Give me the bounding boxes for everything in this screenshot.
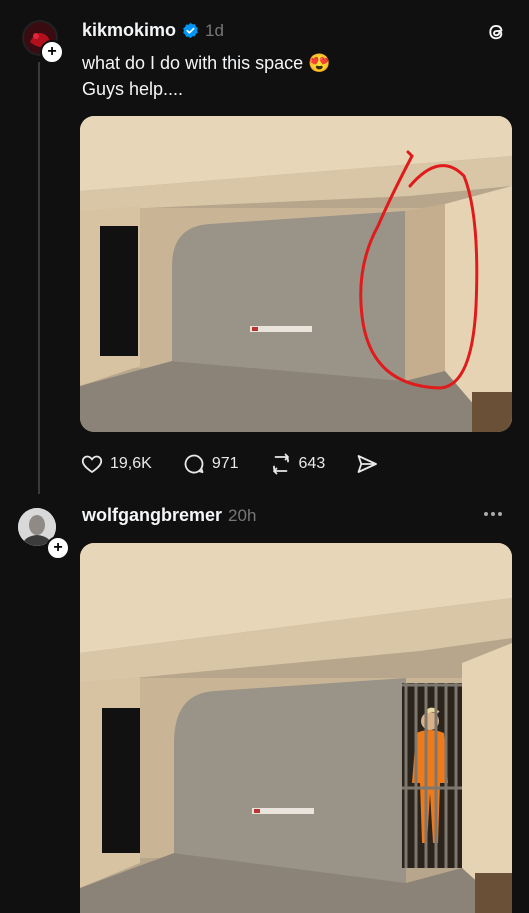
- post-text: what do I do with this space 😍 Guys help…: [82, 50, 502, 102]
- post-text-line: what do I do with this space 😍: [82, 53, 331, 73]
- follow-plus-button[interactable]: +: [46, 536, 70, 560]
- thread-line: [38, 62, 40, 494]
- reply-button[interactable]: 971: [182, 452, 239, 476]
- post-actions: 19,6K 971 643: [80, 452, 379, 476]
- verified-badge-icon: [182, 22, 199, 39]
- repost-count: 643: [298, 455, 326, 472]
- post-time: 1d: [205, 20, 224, 40]
- threads-logo-icon[interactable]: [484, 20, 508, 49]
- send-icon: [357, 455, 378, 473]
- like-count: 19,6K: [110, 455, 152, 472]
- username[interactable]: wolfgangbremer: [82, 505, 222, 526]
- post-header: kikmokimo 1d: [82, 20, 224, 41]
- post-image[interactable]: [80, 543, 512, 913]
- share-button[interactable]: [355, 452, 379, 476]
- heart-eyes-emoji: 😍: [308, 53, 331, 73]
- comment-icon: [184, 454, 204, 474]
- username[interactable]: kikmokimo: [82, 20, 176, 41]
- more-icon[interactable]: [484, 512, 502, 516]
- post-image[interactable]: [80, 116, 512, 432]
- follow-plus-button[interactable]: +: [40, 40, 64, 64]
- post-header: wolfgangbremer 20h: [82, 505, 256, 526]
- like-button[interactable]: 19,6K: [80, 452, 152, 476]
- repost-icon: [272, 453, 289, 475]
- reply-count: 971: [211, 455, 239, 472]
- heart-icon: [81, 455, 103, 474]
- post-time: 20h: [228, 505, 257, 525]
- repost-button[interactable]: 643: [269, 452, 326, 476]
- post-text-line: Guys help....: [82, 79, 184, 99]
